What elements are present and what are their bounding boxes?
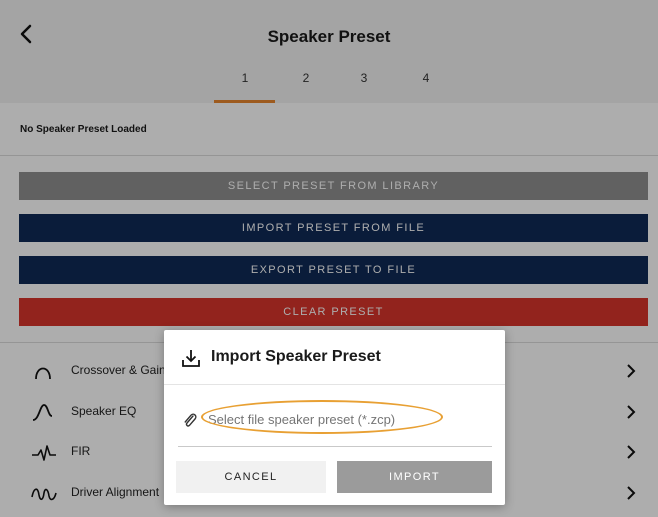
import-button[interactable]: IMPORT (337, 461, 492, 493)
dialog-title: Import Speaker Preset (211, 348, 381, 365)
download-icon (182, 350, 200, 367)
dialog-header: Import Speaker Preset (164, 330, 505, 385)
highlight-ellipse (201, 400, 443, 434)
import-preset-dialog: Import Speaker Preset CANCEL IMPORT (164, 330, 505, 505)
cancel-button[interactable]: CANCEL (176, 461, 326, 493)
paperclip-icon (184, 413, 197, 427)
file-picker-row[interactable] (178, 400, 492, 447)
